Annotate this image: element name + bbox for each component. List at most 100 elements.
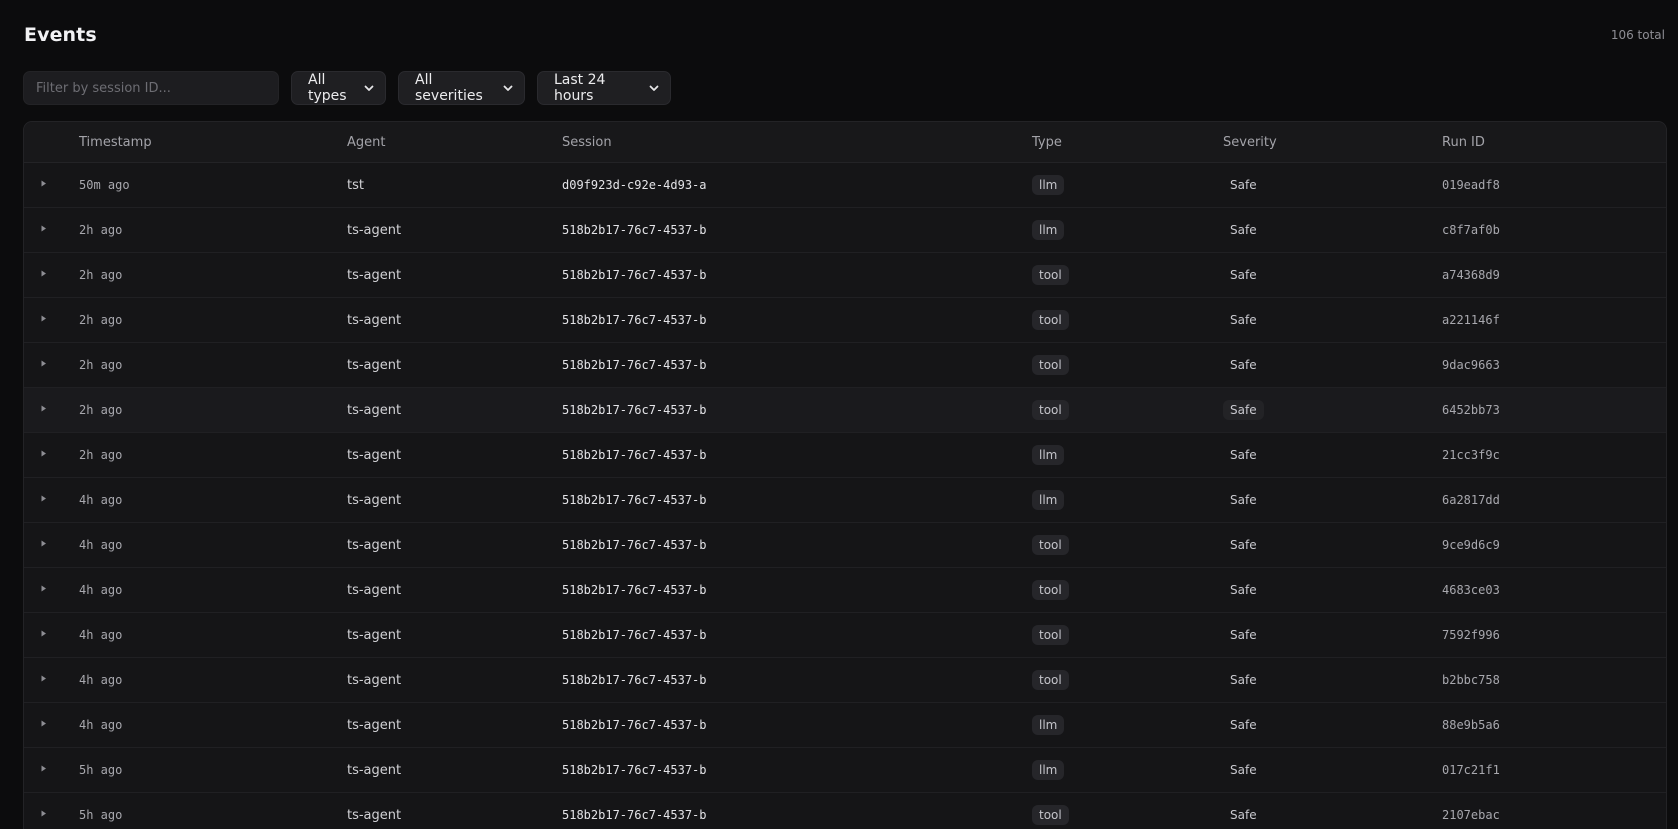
- type-cell: tool: [1032, 535, 1223, 555]
- expand-toggle[interactable]: [24, 765, 79, 775]
- agent-cell: ts-agent: [347, 312, 402, 328]
- total-count: 106 total: [1610, 28, 1665, 42]
- timestamp-cell: 2h ago: [79, 313, 123, 327]
- table-row[interactable]: 4h ago ts-agent 518b2b17-76c7-4537-b llm Saf…: [24, 478, 1666, 523]
- severity-badge: Safe: [1230, 268, 1257, 282]
- column-header-run-id[interactable]: Run ID: [1442, 135, 1666, 150]
- session-cell: 518b2b17-76c7-4537-b: [562, 583, 707, 597]
- type-cell: tool: [1032, 400, 1223, 420]
- table-row[interactable]: 4h ago ts-agent 518b2b17-76c7-4537-b tool Sa…: [24, 568, 1666, 613]
- table-row[interactable]: 5h ago ts-agent 518b2b17-76c7-4537-b llm Saf…: [24, 748, 1666, 793]
- timestamp-cell: 50m ago: [79, 178, 130, 192]
- caret-right-icon: [41, 315, 47, 325]
- timestamp-cell: 2h ago: [79, 448, 123, 462]
- type-badge: tool: [1032, 310, 1069, 330]
- expand-toggle[interactable]: [24, 720, 79, 730]
- table-row[interactable]: 50m ago tst d09f923d-c92e-4d93-a llm Safe 019…: [24, 163, 1666, 208]
- run-id-cell: 9dac9663: [1442, 358, 1500, 372]
- expand-toggle[interactable]: [24, 630, 79, 640]
- run-id-cell: b2bbc758: [1442, 673, 1500, 687]
- expand-toggle[interactable]: [24, 540, 79, 550]
- timestamp-cell: 4h ago: [79, 538, 123, 552]
- column-header-severity[interactable]: Severity: [1223, 135, 1442, 150]
- caret-right-icon: [41, 450, 47, 460]
- column-header-agent[interactable]: Agent: [347, 135, 562, 150]
- type-badge: tool: [1032, 580, 1069, 600]
- timestamp-cell: 4h ago: [79, 673, 123, 687]
- table-row[interactable]: 2h ago ts-agent 518b2b17-76c7-4537-b tool Sa…: [24, 388, 1666, 433]
- type-badge: tool: [1032, 355, 1069, 375]
- timestamp-cell: 4h ago: [79, 583, 123, 597]
- table-row[interactable]: 4h ago ts-agent 518b2b17-76c7-4537-b tool Sa…: [24, 523, 1666, 568]
- expand-toggle[interactable]: [24, 495, 79, 505]
- session-cell: d09f923d-c92e-4d93-a: [562, 178, 707, 192]
- expand-toggle[interactable]: [24, 405, 79, 415]
- timestamp-cell: 4h ago: [79, 718, 123, 732]
- type-cell: llm: [1032, 760, 1223, 780]
- column-header-timestamp[interactable]: Timestamp: [79, 135, 347, 150]
- table-row[interactable]: 2h ago ts-agent 518b2b17-76c7-4537-b llm Saf…: [24, 433, 1666, 478]
- type-filter-select[interactable]: All types: [291, 71, 386, 105]
- session-cell: 518b2b17-76c7-4537-b: [562, 538, 707, 552]
- caret-right-icon: [41, 720, 47, 730]
- severity-badge: Safe: [1230, 718, 1257, 732]
- severity-badge: Safe: [1230, 223, 1257, 237]
- agent-cell: ts-agent: [347, 537, 402, 553]
- type-cell: tool: [1032, 670, 1223, 690]
- expand-toggle[interactable]: [24, 810, 79, 820]
- agent-cell: ts-agent: [347, 672, 402, 688]
- run-id-cell: 019eadf8: [1442, 178, 1500, 192]
- table-row[interactable]: 2h ago ts-agent 518b2b17-76c7-4537-b llm Saf…: [24, 208, 1666, 253]
- severity-badge: Safe: [1230, 763, 1257, 777]
- severity-cell: Safe: [1223, 220, 1442, 240]
- type-cell: llm: [1032, 175, 1223, 195]
- type-cell: tool: [1032, 625, 1223, 645]
- session-search-input[interactable]: [23, 71, 279, 105]
- expand-toggle[interactable]: [24, 270, 79, 280]
- expand-toggle[interactable]: [24, 585, 79, 595]
- type-badge: tool: [1032, 265, 1069, 285]
- agent-cell: ts-agent: [347, 222, 402, 238]
- run-id-cell: a221146f: [1442, 313, 1500, 327]
- run-id-cell: 2107ebac: [1442, 808, 1500, 822]
- events-table: Timestamp Agent Session Type Severity Ru…: [23, 121, 1667, 829]
- type-cell: tool: [1032, 355, 1223, 375]
- run-id-cell: 7592f996: [1442, 628, 1500, 642]
- session-cell: 518b2b17-76c7-4537-b: [562, 358, 707, 372]
- agent-cell: ts-agent: [347, 582, 402, 598]
- type-badge: tool: [1032, 805, 1069, 825]
- time-range-select[interactable]: Last 24 hours: [537, 71, 671, 105]
- session-cell: 518b2b17-76c7-4537-b: [562, 448, 707, 462]
- table-row[interactable]: 2h ago ts-agent 518b2b17-76c7-4537-b tool Sa…: [24, 253, 1666, 298]
- run-id-cell: c8f7af0b: [1442, 223, 1500, 237]
- expand-toggle[interactable]: [24, 360, 79, 370]
- table-row[interactable]: 2h ago ts-agent 518b2b17-76c7-4537-b tool Sa…: [24, 343, 1666, 388]
- timestamp-cell: 2h ago: [79, 403, 123, 417]
- type-badge: llm: [1032, 760, 1065, 780]
- severity-filter-select[interactable]: All severities: [398, 71, 525, 105]
- session-cell: 518b2b17-76c7-4537-b: [562, 313, 707, 327]
- agent-cell: ts-agent: [347, 357, 402, 373]
- expand-toggle[interactable]: [24, 225, 79, 235]
- type-cell: tool: [1032, 265, 1223, 285]
- table-row[interactable]: 5h ago ts-agent 518b2b17-76c7-4537-b tool Sa…: [24, 793, 1666, 829]
- table-row[interactable]: 4h ago ts-agent 518b2b17-76c7-4537-b tool Sa…: [24, 613, 1666, 658]
- agent-cell: tst: [347, 177, 364, 193]
- column-header-session[interactable]: Session: [562, 135, 1032, 150]
- session-cell: 518b2b17-76c7-4537-b: [562, 673, 707, 687]
- run-id-cell: 9ce9d6c9: [1442, 538, 1500, 552]
- expand-toggle[interactable]: [24, 315, 79, 325]
- expand-toggle[interactable]: [24, 450, 79, 460]
- table-row[interactable]: 4h ago ts-agent 518b2b17-76c7-4537-b llm Saf…: [24, 703, 1666, 748]
- column-header-type[interactable]: Type: [1032, 135, 1223, 150]
- timestamp-cell: 2h ago: [79, 223, 123, 237]
- session-cell: 518b2b17-76c7-4537-b: [562, 403, 707, 417]
- session-cell: 518b2b17-76c7-4537-b: [562, 763, 707, 777]
- expand-toggle[interactable]: [24, 675, 79, 685]
- table-row[interactable]: 4h ago ts-agent 518b2b17-76c7-4537-b tool Sa…: [24, 658, 1666, 703]
- expand-toggle[interactable]: [24, 180, 79, 190]
- table-row[interactable]: 2h ago ts-agent 518b2b17-76c7-4537-b tool Sa…: [24, 298, 1666, 343]
- chevron-down-icon: [502, 82, 514, 94]
- severity-badge: Safe: [1230, 313, 1257, 327]
- severity-badge: Safe: [1230, 178, 1257, 192]
